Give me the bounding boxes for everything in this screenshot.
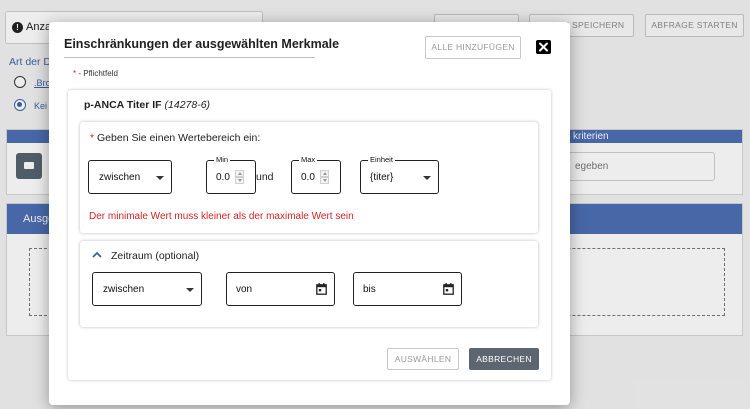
calendar-icon[interactable] [443,283,454,295]
range-operator-select[interactable]: zwischen [88,160,172,194]
unit-label: Einheit [368,155,395,165]
chevron-up-icon[interactable] [92,251,102,258]
min-field[interactable]: Min 0.0 [206,155,256,194]
spinner-icon[interactable] [320,170,329,185]
feature-code: (14278-6) [164,99,211,111]
unit-value: {titer} [370,172,394,183]
chevron-down-icon [186,288,194,292]
constraints-dialog: Einschränkungen der ausgewählten Merkmal… [49,22,570,405]
calendar-icon[interactable] [316,283,327,295]
min-label: Min [214,155,231,165]
timespan-label: Zeitraum (optional) [111,250,200,262]
required-star: * [73,69,77,78]
value-range-prompt: * Geben Sie einen Wertebereich ein: [90,132,260,144]
date-from-value: von [236,284,253,295]
timespan-section: Zeitraum (optional) zwischen von bis [80,241,538,327]
feature-title: p-ANCA Titer IF (14278-6) [84,99,210,111]
spinner-icon[interactable] [235,170,244,185]
max-label: Max [299,155,318,165]
value-range-prompt-text: Geben Sie einen Wertebereich ein: [97,132,261,144]
required-note-text: - Pflichtfeld [78,69,118,78]
chevron-down-icon [156,176,164,180]
timespan-operator-value: zwischen [103,284,145,295]
chevron-down-icon [423,176,431,180]
date-to-value: bis [363,284,376,295]
conjunction-text: und [256,171,274,183]
min-value: 0.0 [216,172,230,183]
cancel-button[interactable]: ABBRECHEN [469,348,539,370]
title-divider [64,57,315,58]
unit-select[interactable]: Einheit {titer} [360,155,439,194]
dialog-title: Einschränkungen der ausgewählten Merkmal… [64,37,340,51]
range-error-message: Der minimale Wert muss kleiner als der m… [89,211,354,222]
feature-name: p-ANCA Titer IF [84,99,162,111]
close-button[interactable] [536,40,551,54]
required-star: * [90,132,95,144]
max-value: 0.0 [301,172,315,183]
close-icon [539,42,548,52]
range-operator-value: zwischen [99,172,141,183]
select-button[interactable]: AUSWÄHLEN [387,348,459,370]
value-range-section: * Geben Sie einen Wertebereich ein: zwis… [80,122,538,233]
required-note: * - Pflichtfeld [73,69,118,78]
feature-card: p-ANCA Titer IF (14278-6) * Geben Sie ei… [68,90,551,380]
max-field[interactable]: Max 0.0 [291,155,341,194]
timespan-operator-select[interactable]: zwischen [92,272,202,306]
date-from-field[interactable]: von [226,272,335,306]
add-all-button[interactable]: ALLE HINZUFÜGEN [425,36,521,59]
date-to-field[interactable]: bis [353,272,462,306]
